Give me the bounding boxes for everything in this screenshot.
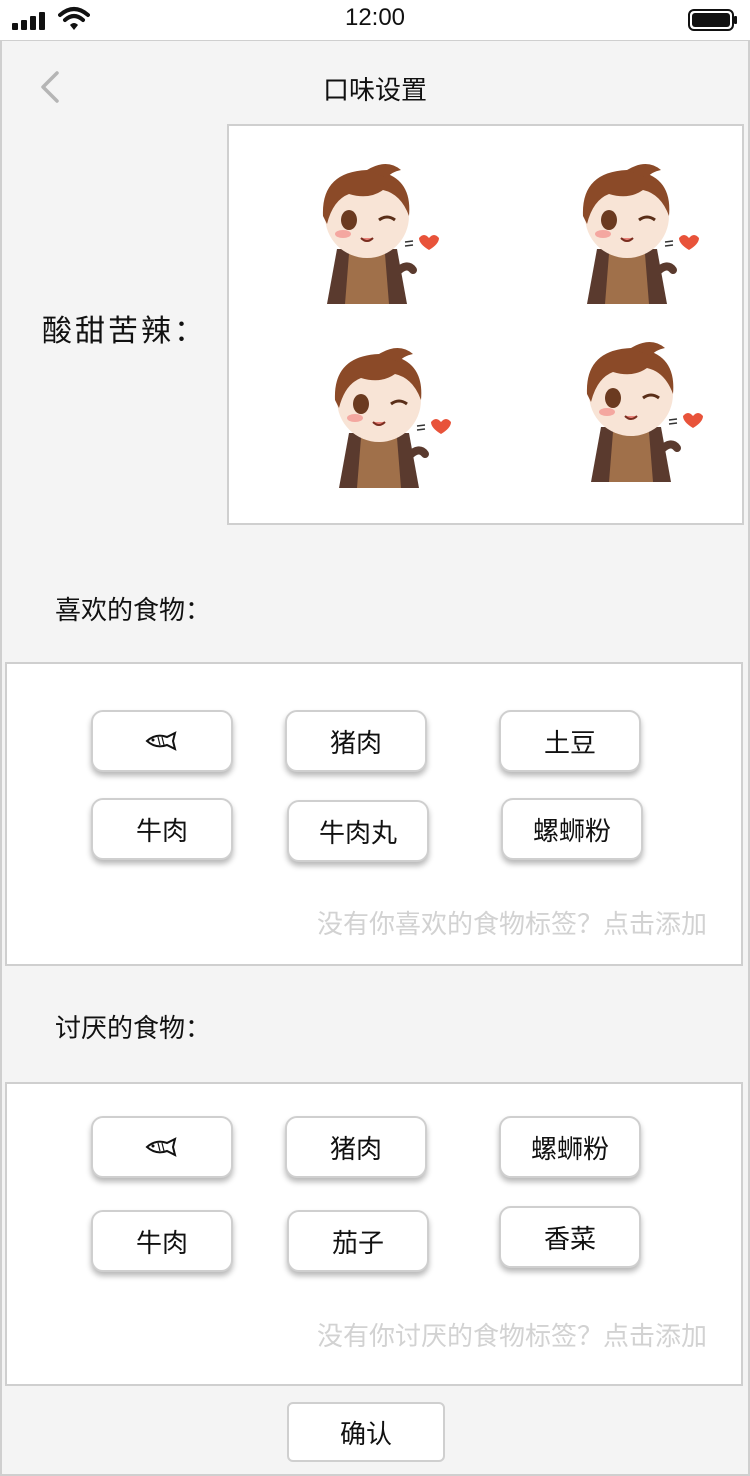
taste-label: 酸甜苦辣： [42,314,207,349]
liked-tag-fish[interactable] [91,710,233,772]
disliked-tag[interactable]: 猪肉 [285,1116,427,1178]
taste-sticker-panel [227,124,744,525]
disliked-tag[interactable]: 香菜 [499,1206,641,1268]
add-liked-food-link[interactable]: 没有你喜欢的食物标签？点击添加 [317,904,707,941]
status-bar: 12:00 [0,0,750,40]
disliked-tag[interactable]: 螺蛳粉 [499,1116,641,1178]
disliked-foods-panel: 猪肉 螺蛳粉 牛肉 茄子 香菜 没有你讨厌的食物标签？点击添加 [5,1082,743,1386]
fish-icon [145,1137,177,1157]
chibi-chef-sticker[interactable] [297,154,447,314]
liked-tag[interactable]: 土豆 [499,710,641,772]
confirm-button[interactable]: 确认 [287,1402,445,1462]
fish-icon [145,731,177,751]
liked-tag[interactable]: 螺蛳粉 [501,798,643,860]
chibi-chef-sticker[interactable] [557,154,707,314]
liked-tag[interactable]: 猪肉 [285,710,427,772]
disliked-tag-fish[interactable] [91,1116,233,1178]
disliked-foods-label: 讨厌的食物： [55,1014,212,1044]
page-title: 口味设置 [322,76,427,106]
disliked-tag[interactable]: 茄子 [287,1210,429,1272]
chibi-chef-sticker[interactable] [309,338,459,498]
liked-tag[interactable]: 牛肉 [91,798,233,860]
disliked-tag[interactable]: 牛肉 [91,1210,233,1272]
liked-tag[interactable]: 牛肉丸 [287,800,429,862]
liked-foods-panel: 猪肉 土豆 牛肉 牛肉丸 螺蛳粉 没有你喜欢的食物标签？点击添加 [5,662,743,966]
add-disliked-food-link[interactable]: 没有你讨厌的食物标签？点击添加 [317,1316,707,1353]
status-time: 12:00 [344,4,406,31]
chibi-chef-sticker[interactable] [561,332,711,492]
liked-foods-label: 喜欢的食物： [55,596,212,626]
battery-icon [688,9,737,31]
